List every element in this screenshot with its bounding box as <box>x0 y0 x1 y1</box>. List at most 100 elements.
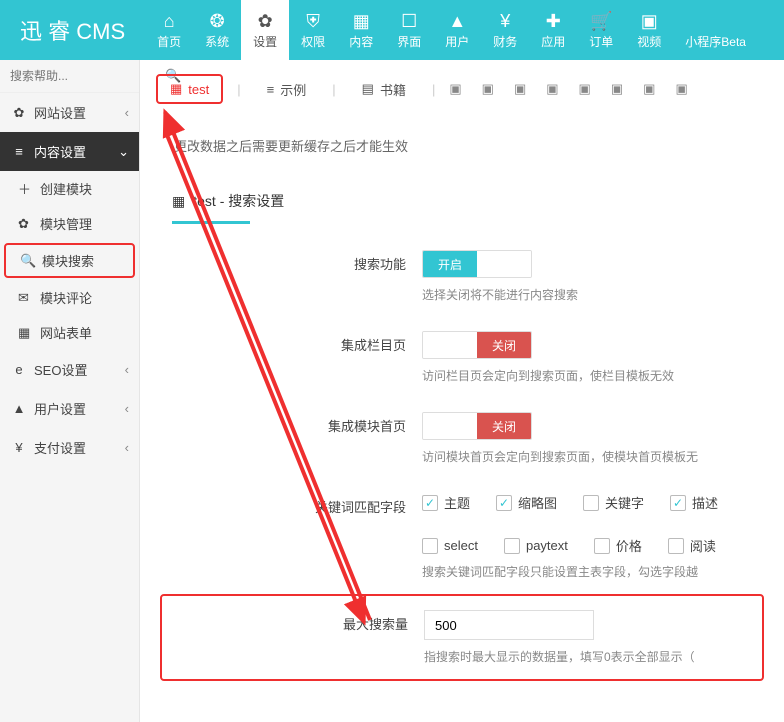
sidebar-item-pay[interactable]: ¥ 支付设置 ‹ <box>0 428 139 467</box>
sidebar-subitem[interactable]: 🔍模块搜索 <box>4 243 135 278</box>
chip-label: 描述 <box>692 493 718 512</box>
nav-label: 权限 <box>301 33 325 50</box>
list-icon: ≡ <box>267 82 275 97</box>
label-max: 最大搜索量 <box>174 610 424 665</box>
sub-icon: ▦ <box>18 325 34 341</box>
checkbox-icon <box>496 495 512 511</box>
grid-icon: ▦ <box>170 81 182 97</box>
grid-icon: ▦ <box>172 193 185 210</box>
field-checkbox[interactable]: 描述 <box>670 493 718 512</box>
label-cat-page: 集成栏目页 <box>172 331 422 384</box>
field-checkbox[interactable]: select <box>422 538 478 554</box>
nav-icon: ⛨ <box>306 11 320 33</box>
checkbox-icon <box>422 538 438 554</box>
toggle-mod-home[interactable]: 关闭 <box>422 412 532 440</box>
help-text: 访问模块首页会定向到搜索页面，使模块首页模板无 <box>422 448 752 465</box>
sidebar-subitem[interactable]: ▦网站表单 <box>0 315 139 350</box>
nav-icon: ❂ <box>210 11 225 33</box>
topnav-item[interactable]: ❂系统 <box>193 0 241 60</box>
nav-label: 界面 <box>397 33 421 50</box>
chevron-down-icon: ⌄ <box>118 144 129 160</box>
topnav-item[interactable]: ✚应用 <box>529 0 577 60</box>
chip-label: 价格 <box>616 536 642 555</box>
nav-icon: 🛒 <box>590 11 612 33</box>
tab-extra-icon[interactable]: ▣ <box>643 81 655 97</box>
tab-extra-icon[interactable]: ▣ <box>675 81 687 97</box>
chip-label: 主题 <box>444 493 470 512</box>
sidebar-item-user[interactable]: ▲ 用户设置 ‹ <box>0 389 139 428</box>
topnav-item[interactable]: 🛒订单 <box>577 0 625 60</box>
checkbox-icon <box>594 538 610 554</box>
sidebar-item-seo[interactable]: e SEO设置 ‹ <box>0 350 139 389</box>
panel-title: ▦ test - 搜索设置 <box>160 177 764 221</box>
topnav-item[interactable]: ▦内容 <box>337 0 385 60</box>
topnav-item[interactable]: ¥财务 <box>481 0 529 60</box>
topnav-item[interactable]: ⌂首页 <box>145 0 193 60</box>
nav-icon: ▣ <box>641 11 658 33</box>
nav-label: 订单 <box>589 33 613 50</box>
nav-label: 视频 <box>637 33 661 50</box>
sidebar-subitem[interactable]: ＋创建模块 <box>0 171 139 206</box>
tab-book[interactable]: ▤ 书籍 <box>350 75 418 104</box>
ie-icon: e <box>10 362 28 377</box>
topnav-item[interactable]: ☐界面 <box>385 0 433 60</box>
topnav-item[interactable]: ▣视频 <box>625 0 673 60</box>
book-icon: ▤ <box>362 81 374 97</box>
sub-icon: ✿ <box>18 216 34 232</box>
chip-label: 缩略图 <box>518 493 557 512</box>
label-mod-home: 集成模块首页 <box>172 412 422 465</box>
tab-demo[interactable]: ≡ 示例 <box>255 75 319 104</box>
nav-label: 内容 <box>349 33 373 50</box>
nav-icon: ▲ <box>448 11 466 33</box>
sub-label: 模块搜索 <box>42 251 94 270</box>
tab-extra-icon[interactable]: ▣ <box>611 81 623 97</box>
tab-extra-icon[interactable]: ▣ <box>514 81 526 97</box>
field-checkbox[interactable]: 主题 <box>422 493 470 512</box>
chip-label: paytext <box>526 538 568 553</box>
nav-label: 系统 <box>205 33 229 50</box>
help-text: 搜索关键词匹配字段只能设置主表字段，勾选字段越 <box>422 563 752 580</box>
field-checkbox[interactable]: 缩略图 <box>496 493 557 512</box>
tab-extra-icon[interactable]: ▣ <box>482 81 494 97</box>
toggle-search-func[interactable]: 开启 <box>422 250 532 278</box>
sidebar-item-label: 用户设置 <box>34 399 86 418</box>
label-fields: 关键词匹配字段 <box>172 493 422 580</box>
gear-icon: ✿ <box>10 105 28 121</box>
help-text: 指搜索时最大显示的数据量，填写0表示全部显示（ <box>424 648 750 665</box>
topnav-item[interactable]: ⛨权限 <box>289 0 337 60</box>
checkbox-icon <box>504 538 520 554</box>
sub-icon: ✉ <box>18 290 34 306</box>
tab-extra-icon[interactable]: ▣ <box>579 81 591 97</box>
topnav-item[interactable]: ▲用户 <box>433 0 481 60</box>
separator: | <box>432 82 435 97</box>
max-input[interactable] <box>424 610 594 640</box>
field-checkbox[interactable]: 价格 <box>594 536 642 555</box>
field-checkbox[interactable]: paytext <box>504 538 568 554</box>
nav-icon: ✿ <box>258 11 273 33</box>
sidebar-item-label: 内容设置 <box>34 142 86 161</box>
checkbox-icon <box>422 495 438 511</box>
topnav-item[interactable]: 小程序Beta <box>673 0 758 60</box>
sidebar-subitem[interactable]: ✿模块管理 <box>0 206 139 241</box>
user-icon: ▲ <box>10 401 28 416</box>
chip-label: select <box>444 538 478 553</box>
chip-label: 阅读 <box>690 536 716 555</box>
sidebar-item-content[interactable]: ≡ 内容设置 ⌄ <box>0 132 139 171</box>
field-checkbox[interactable]: 阅读 <box>668 536 716 555</box>
menu-icon: ≡ <box>10 144 28 159</box>
checkbox-icon <box>670 495 686 511</box>
toggle-cat-page[interactable]: 关闭 <box>422 331 532 359</box>
sidebar-item-site[interactable]: ✿ 网站设置 ‹ <box>0 93 139 132</box>
sidebar-subitem[interactable]: ✉模块评论 <box>0 280 139 315</box>
nav-icon: ⌂ <box>164 11 175 33</box>
tab-test[interactable]: ▦ test <box>156 74 223 104</box>
tab-extra-icon[interactable]: ▣ <box>449 81 461 97</box>
topnav-item[interactable]: ✿设置 <box>241 0 289 60</box>
field-checkbox[interactable]: 关键字 <box>583 493 644 512</box>
tab-extra-icon[interactable]: ▣ <box>546 81 558 97</box>
tab-label: 书籍 <box>380 80 406 99</box>
panel-underline <box>172 221 250 224</box>
nav-label: 用户 <box>445 33 469 50</box>
nav-icon: ▦ <box>353 11 370 33</box>
sidebar-item-label: SEO设置 <box>34 360 87 379</box>
